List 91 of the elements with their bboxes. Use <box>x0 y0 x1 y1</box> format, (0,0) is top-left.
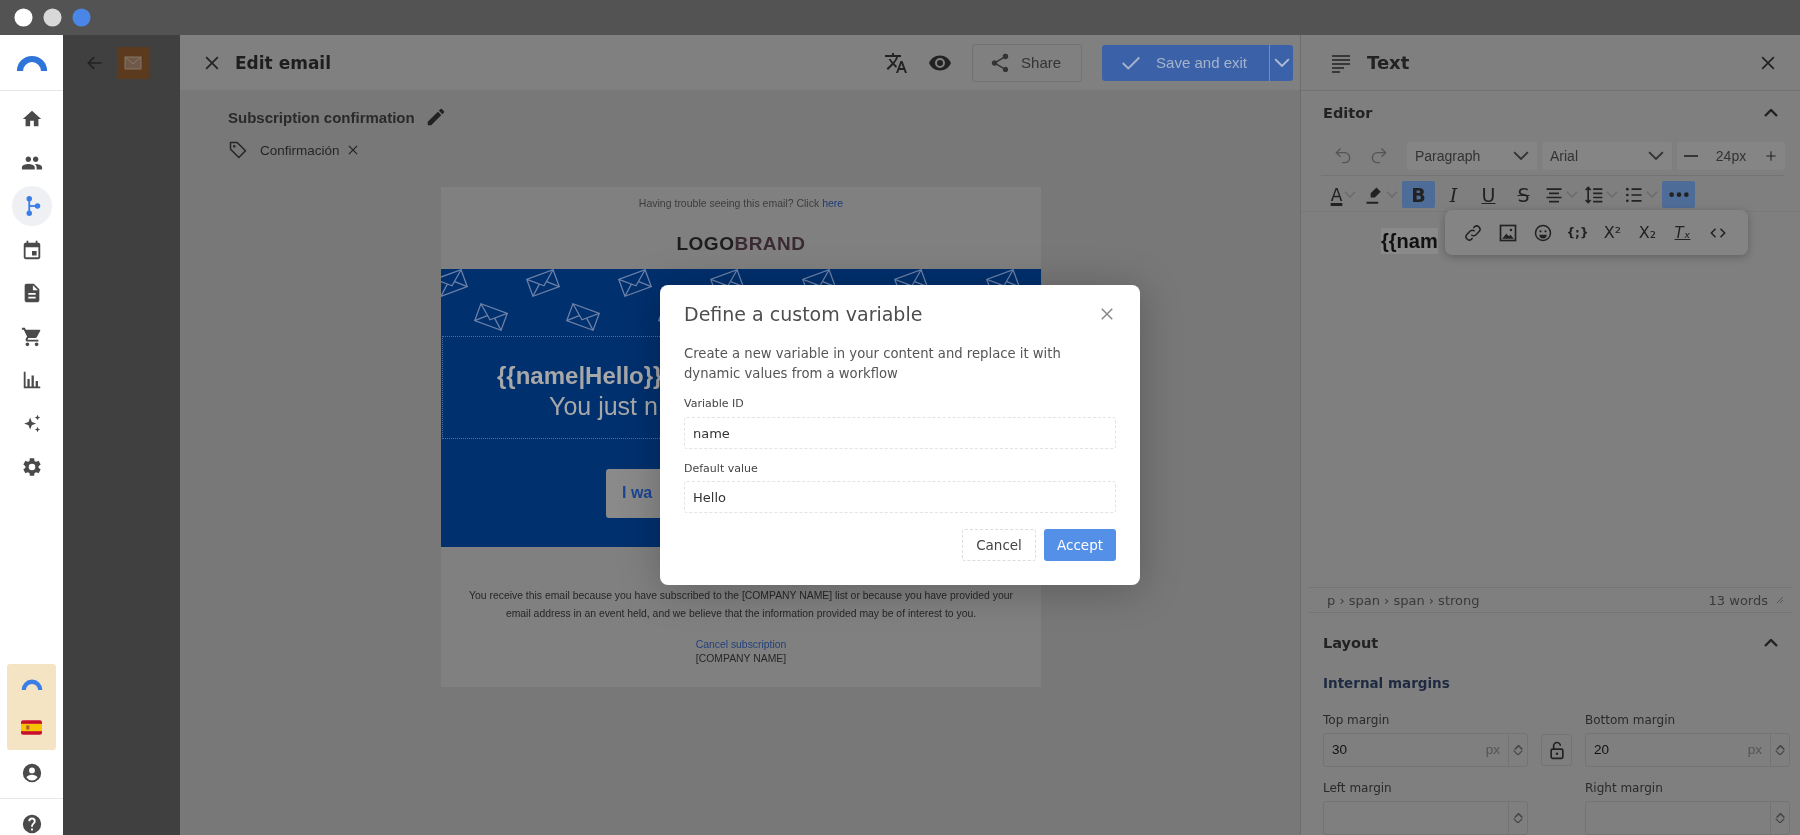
text-field[interactable]: Hello <box>684 481 1116 513</box>
up-icon <box>1513 744 1523 750</box>
up-icon <box>1775 744 1785 750</box>
text-field[interactable]: name <box>684 417 1116 449</box>
footer-text: You receive this email because you have subscribed to the [COMPANY NAME] list or because you have provided your email address in an event held, and we believe that the information provided may be of interest to you. <box>468 589 1014 621</box>
font-select[interactable]: Arial <box>1542 141 1672 170</box>
editor-title: Edit email <box>235 52 332 73</box>
nav-button[interactable] <box>11 186 52 226</box>
down-icon <box>1775 749 1785 756</box>
font-size-stepper[interactable]: 24px <box>1677 141 1785 170</box>
strikethrough-button[interactable]: S <box>1507 181 1540 209</box>
underline-button[interactable]: U <box>1472 181 1505 209</box>
email-thumbnail-icon <box>117 46 149 79</box>
resize-grip-icon[interactable] <box>1776 596 1784 605</box>
chevron-icon <box>1764 108 1778 117</box>
smiley-icon <box>1532 222 1553 243</box>
close-icon <box>1098 305 1116 323</box>
company-name: [COMPANY NAME] <box>695 653 787 664</box>
chevron-icon <box>1764 639 1778 648</box>
preheader-text: Having trouble seeing this email? Click here <box>637 196 845 211</box>
up-icon <box>1513 812 1523 818</box>
workspace-badge[interactable] <box>7 664 56 750</box>
field-label: Bottom margin <box>1585 713 1677 727</box>
caret-icon <box>1273 57 1290 68</box>
superscript-button[interactable]: X² <box>1595 217 1630 248</box>
cart-icon <box>20 325 43 348</box>
translate-button[interactable] <box>884 50 909 75</box>
tag-icon <box>228 140 248 160</box>
translate-icon <box>884 50 909 75</box>
section-title: Editor <box>1323 104 1373 121</box>
selected-text: {{nam <box>1381 228 1438 255</box>
variable-button[interactable]: {;} <box>1560 217 1595 248</box>
dialog-title: Define a custom variable <box>684 303 923 325</box>
field-label: Top margin <box>1323 713 1391 727</box>
account-icon[interactable] <box>20 762 43 784</box>
cancel-button[interactable]: Cancel <box>962 529 1036 561</box>
panel-title: Text <box>1367 52 1410 73</box>
italic-button[interactable]: I <box>1437 181 1470 209</box>
collapse-button[interactable] <box>1764 108 1778 117</box>
preheader-link[interactable]: here <box>822 197 844 209</box>
up-icon <box>1775 812 1785 818</box>
down-icon <box>1513 817 1523 824</box>
field-label: Right margin <box>1585 781 1664 795</box>
field-label: Default value <box>684 462 759 475</box>
email-heading: {{name|Hello}} <box>497 360 663 391</box>
minus-icon <box>1683 154 1699 157</box>
settings-icon <box>20 456 43 478</box>
field-label: Variable ID <box>684 397 745 410</box>
close-button[interactable] <box>1098 305 1116 323</box>
window-button-icon[interactable] <box>43 8 62 27</box>
undo-icon <box>1333 145 1353 166</box>
bold-button[interactable]: B <box>1402 181 1435 209</box>
lock-button[interactable] <box>1541 734 1572 766</box>
caret-icon <box>1648 151 1664 161</box>
down-icon <box>1775 817 1785 824</box>
caret-icon <box>1513 151 1529 161</box>
word-count: 13 words <box>1708 592 1768 608</box>
image-icon <box>1497 222 1518 243</box>
collapse-button[interactable] <box>1764 639 1778 648</box>
email-name: Subscription confirmation <box>228 108 415 126</box>
logo-icon <box>20 679 43 690</box>
down-icon <box>1513 749 1523 756</box>
tag-label: Confirmación <box>260 142 340 158</box>
email-subheading: You just n <box>549 390 658 421</box>
flag-icon <box>21 720 42 735</box>
field-label: Left margin <box>1323 781 1393 795</box>
number-field[interactable] <box>1323 801 1528 835</box>
brand-logo: LOGOBRAND <box>675 232 807 256</box>
clear-format-button[interactable]: Tₓ <box>1665 217 1700 248</box>
window-button-icon[interactable] <box>14 8 33 27</box>
element-path: p › span › span › strong <box>1327 592 1480 608</box>
accept-button[interactable]: Accept <box>1044 529 1116 561</box>
link-icon <box>1462 222 1483 243</box>
more-icon <box>1668 191 1689 198</box>
line-height-icon <box>1584 184 1604 205</box>
help-icon[interactable] <box>20 813 43 835</box>
redo-icon <box>1369 145 1389 166</box>
subscript-button[interactable]: X₂ <box>1630 217 1665 248</box>
more-button[interactable] <box>1662 181 1695 209</box>
save-options-button[interactable] <box>1269 44 1293 81</box>
section-title: Layout <box>1323 635 1379 652</box>
email-cta-button[interactable]: I wa <box>606 468 660 518</box>
number-field[interactable] <box>1585 801 1790 835</box>
share-button[interactable]: Share <box>972 43 1083 82</box>
block-format-select[interactable]: Paragraph <box>1407 141 1537 170</box>
subsection-title: Internal margins <box>1322 674 1451 691</box>
dialog-description: Create a new variable in your content and replace it with dynamic values from a workflow <box>684 345 1062 383</box>
logo-icon[interactable] <box>15 54 48 71</box>
unsubscribe-link[interactable]: Cancel subscription <box>695 639 787 650</box>
save-button[interactable]: Save and exit <box>1102 44 1269 81</box>
text-color-button[interactable]: A <box>1327 181 1360 209</box>
